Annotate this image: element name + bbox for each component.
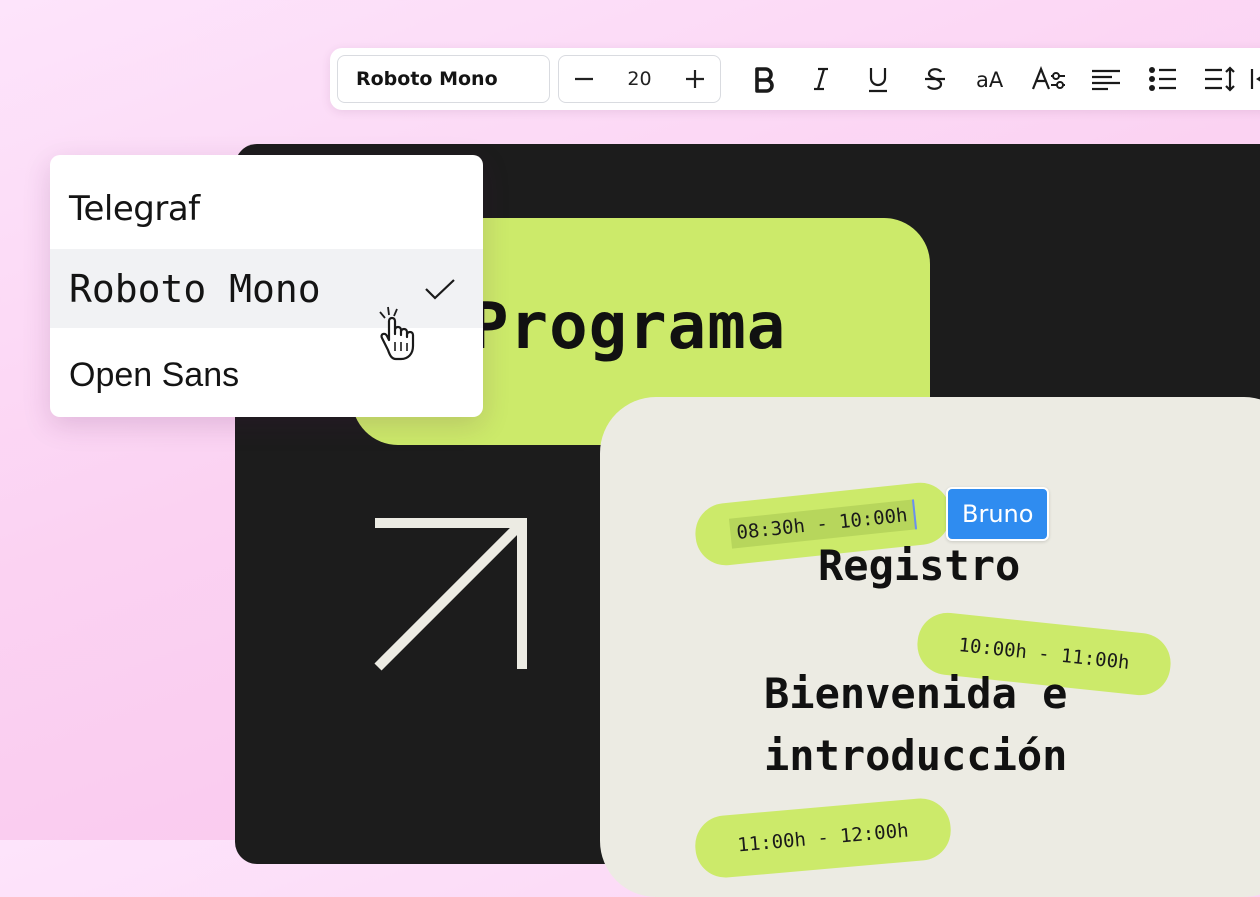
increase-size-button[interactable]	[682, 66, 708, 92]
check-icon	[425, 279, 455, 300]
schedule-title-bienvenida[interactable]: Bienvenida e introducción	[764, 663, 1067, 787]
hand-pointer-cursor-icon	[379, 306, 415, 361]
bullet-list-icon	[1148, 67, 1176, 91]
line-spacing-button[interactable]	[1191, 56, 1248, 102]
strikethrough-icon	[924, 68, 945, 90]
align-left-icon	[1091, 69, 1120, 91]
text-effects-button[interactable]	[1020, 56, 1077, 102]
schedule-title-registro[interactable]: Registro	[818, 535, 1020, 597]
arrow-up-right-icon	[374, 518, 527, 671]
text-effects-icon	[1031, 66, 1065, 90]
bold-icon	[754, 67, 774, 93]
time-text[interactable]: 11:00h - 12:00h	[737, 820, 910, 857]
font-option-telegraf[interactable]: Telegraf	[50, 169, 483, 249]
minus-icon	[575, 77, 593, 81]
indent-button[interactable]	[1248, 56, 1260, 102]
bold-button[interactable]	[735, 56, 792, 102]
text-toolbar: Roboto Mono 20 aA	[330, 48, 1260, 110]
title-line-1[interactable]: Bienvenida e	[764, 663, 1067, 725]
underline-button[interactable]	[849, 56, 906, 102]
indent-icon	[1250, 69, 1260, 89]
plus-icon	[686, 70, 704, 88]
font-size-stepper: 20	[558, 55, 721, 103]
letter-case-icon: aA	[976, 68, 1004, 92]
letter-case-button[interactable]: aA	[963, 56, 1020, 102]
italic-icon	[813, 67, 828, 91]
time-pill-3[interactable]: 11:00h - 12:00h	[692, 795, 954, 881]
collaborator-tag: Bruno	[946, 487, 1050, 541]
case-glyph: aA	[976, 68, 1004, 92]
italic-button[interactable]	[792, 56, 849, 102]
title-line-2[interactable]: introducción	[764, 725, 1067, 787]
strikethrough-button[interactable]	[906, 56, 963, 102]
line-spacing-icon	[1204, 66, 1235, 92]
font-size-value[interactable]: 20	[627, 68, 651, 90]
schedule-card[interactable]: 08:30h - 10:00h Bruno Registro 10:00h - …	[600, 397, 1260, 897]
underline-icon	[868, 68, 887, 93]
bullet-list-button[interactable]	[1134, 56, 1191, 102]
title-text[interactable]: Programa	[470, 290, 786, 364]
font-family-select[interactable]: Roboto Mono	[337, 55, 550, 103]
align-left-button[interactable]	[1077, 56, 1134, 102]
decrease-size-button[interactable]	[571, 66, 597, 92]
font-family-dropdown: Telegraf Roboto Mono Open Sans	[50, 155, 483, 417]
